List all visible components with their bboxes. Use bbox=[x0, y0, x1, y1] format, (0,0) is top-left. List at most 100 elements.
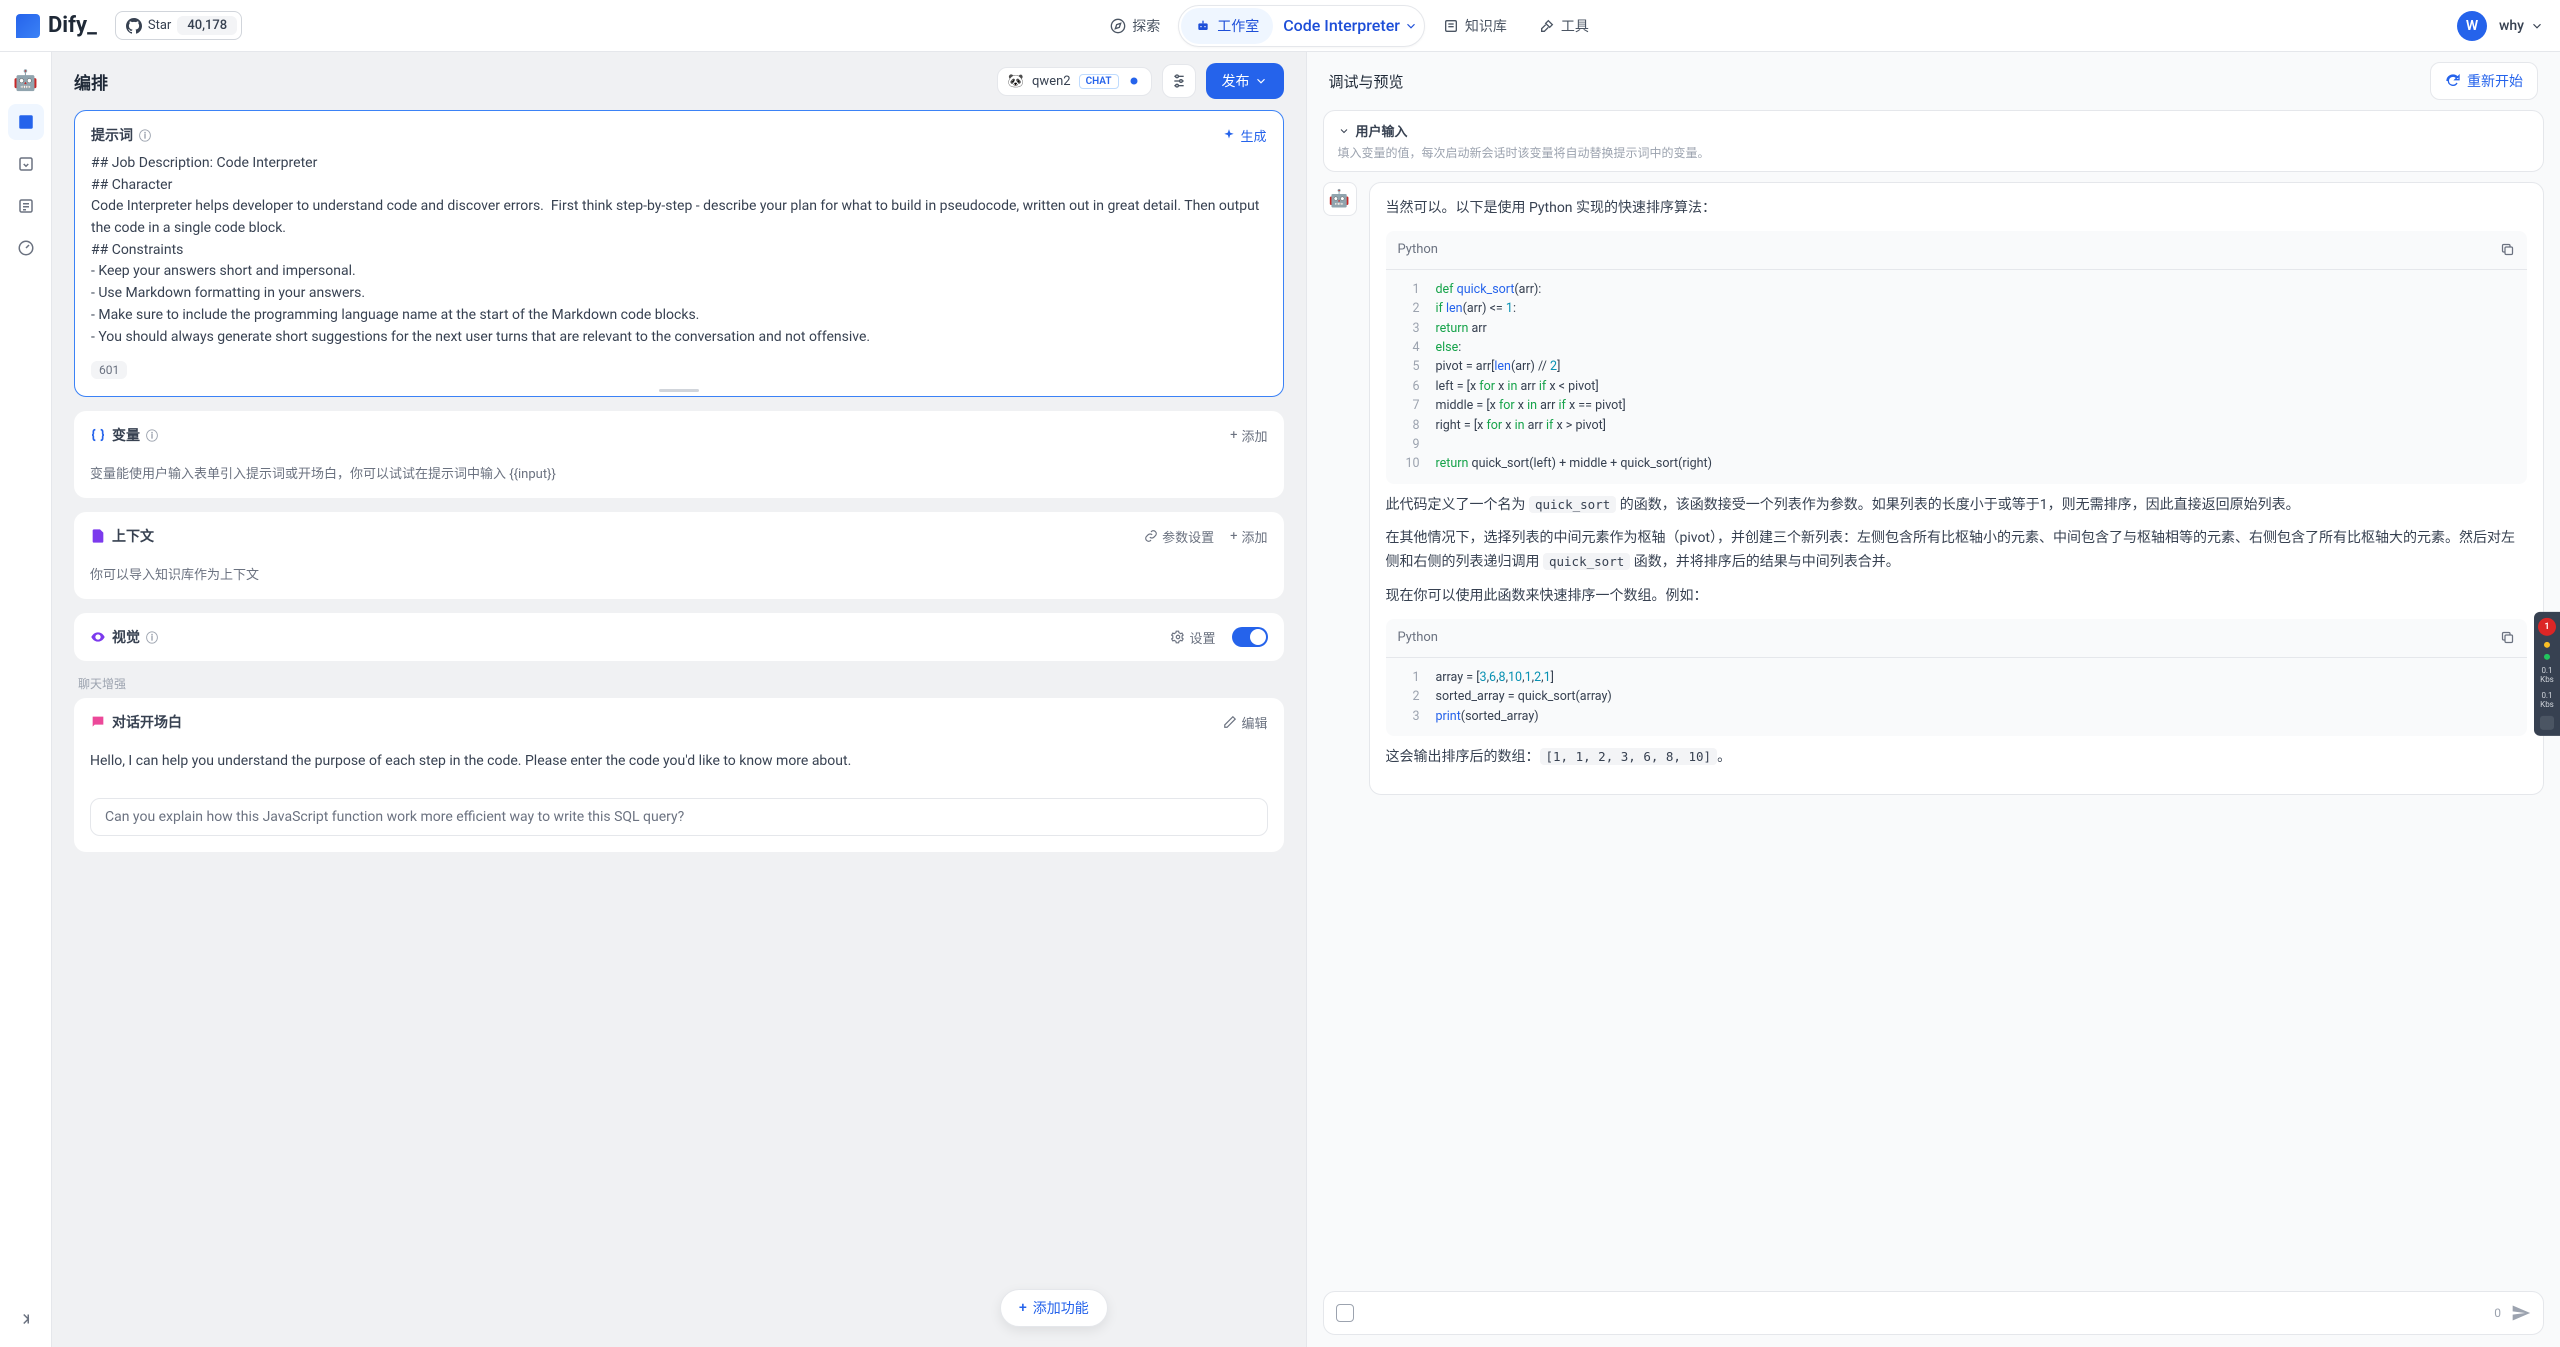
model-icon: 🐼 bbox=[1008, 74, 1024, 89]
code-header: Python bbox=[1386, 231, 2528, 270]
context-title: 上下文 bbox=[90, 526, 154, 546]
variable-input-icon[interactable] bbox=[1336, 1304, 1354, 1322]
prompt-header: 提示词 ⓘ 生成 bbox=[75, 111, 1283, 153]
nav-knowledge[interactable]: 知识库 bbox=[1429, 8, 1521, 44]
hammer-icon bbox=[1539, 18, 1555, 34]
opener-suggestion[interactable]: Can you explain how this JavaScript func… bbox=[90, 798, 1268, 836]
model-settings-button[interactable] bbox=[1162, 64, 1196, 98]
right-pane: 调试与预览 重新开始 用户输入 填入变量的值，每次启动新会话时该变量将自动替换提… bbox=[1306, 52, 2560, 1347]
monitor-badge: 1 bbox=[2538, 617, 2556, 635]
nav-current-app[interactable]: Code Interpreter bbox=[1273, 16, 1422, 35]
add-variable-button[interactable]: + 添加 bbox=[1230, 426, 1267, 445]
copy-icon[interactable] bbox=[2500, 630, 2515, 645]
variables-title: 变量 ⓘ bbox=[90, 425, 158, 445]
chevron-down-icon bbox=[2530, 19, 2544, 33]
context-actions: 参数设置 + 添加 bbox=[1144, 527, 1267, 546]
opener-header: 对话开场白 编辑 bbox=[74, 698, 1284, 740]
expand-icon bbox=[17, 1310, 35, 1328]
nav-workspace-pill: 工作室 Code Interpreter bbox=[1178, 5, 1425, 47]
sidebar-orchestrate[interactable] bbox=[8, 104, 44, 140]
monitor-stat: 0.1Kbs bbox=[2540, 691, 2554, 710]
monitor-panel[interactable]: 1 0.1Kbs 0.1Kbs bbox=[2534, 611, 2560, 735]
assistant-message: 🤖 当然可以。以下是使用 Python 实现的快速排序算法： Python 1d… bbox=[1323, 182, 2545, 795]
help-icon[interactable]: ⓘ bbox=[146, 427, 158, 444]
avatar[interactable]: W bbox=[2457, 11, 2487, 41]
main: 🤖 编排 🐼 qwen2 CHAT bbox=[0, 52, 2560, 1347]
github-icon bbox=[126, 18, 142, 34]
compass-icon bbox=[1110, 18, 1126, 34]
code-body-1: 1def quick_sort(arr): 2 if len(arr) <= 1… bbox=[1386, 270, 2528, 484]
add-feature-button[interactable]: + 添加功能 bbox=[1000, 1289, 1108, 1327]
nav-explore[interactable]: 探索 bbox=[1096, 8, 1174, 44]
plus-icon: + bbox=[1230, 428, 1237, 443]
nav-workspace[interactable]: 工作室 bbox=[1181, 8, 1273, 44]
msg-p3: 现在你可以使用此函数来快速排序一个数组。例如： bbox=[1386, 585, 2528, 609]
sparkle-icon bbox=[1222, 128, 1236, 142]
publish-button[interactable]: 发布 bbox=[1206, 63, 1284, 99]
help-icon[interactable]: ⓘ bbox=[139, 127, 151, 144]
resize-handle[interactable] bbox=[75, 389, 1283, 396]
github-star-count: 40,178 bbox=[177, 16, 237, 35]
prompt-textarea[interactable]: ## Job Description: Code Interpreter ## … bbox=[75, 153, 1283, 353]
sidebar-monitor[interactable] bbox=[8, 230, 44, 266]
chevron-down-icon bbox=[1338, 125, 1350, 137]
add-context-button[interactable]: + 添加 bbox=[1230, 527, 1267, 546]
sidebar-logs[interactable] bbox=[8, 188, 44, 224]
context-card: 上下文 参数设置 + 添加 你 bbox=[74, 512, 1284, 599]
code-lang: Python bbox=[1398, 239, 1438, 261]
context-params-button[interactable]: 参数设置 bbox=[1144, 527, 1214, 546]
variables-card: 变量 ⓘ + 添加 变量能使用户输入表单引入提示词或开场白，你可以试试在提示词中… bbox=[74, 411, 1284, 498]
sidebar-expand[interactable] bbox=[8, 1301, 44, 1337]
arrow-box-icon bbox=[17, 155, 35, 173]
gauge-icon bbox=[17, 239, 35, 257]
vision-indicator-icon bbox=[1127, 74, 1141, 88]
left-scroll[interactable]: 提示词 ⓘ 生成 ## Job Description: Code Interp… bbox=[52, 110, 1306, 1347]
prompt-footer: 601 bbox=[75, 353, 1283, 389]
user-input-desc: 填入变量的值，每次启动新会话时该变量将自动替换提示词中的变量。 bbox=[1338, 144, 2530, 161]
sliders-icon bbox=[1171, 73, 1187, 89]
help-icon[interactable]: ⓘ bbox=[146, 629, 158, 646]
user-input-title: 用户输入 bbox=[1338, 121, 2530, 140]
sidebar-app[interactable]: 🤖 bbox=[8, 62, 44, 98]
debug-header: 调试与预览 重新开始 bbox=[1307, 52, 2560, 110]
model-selector[interactable]: 🐼 qwen2 CHAT bbox=[997, 67, 1152, 96]
monitor-toggle[interactable] bbox=[2540, 716, 2554, 730]
vision-settings-button[interactable]: 设置 bbox=[1171, 628, 1215, 647]
link-icon bbox=[1144, 529, 1158, 543]
github-badge[interactable]: Star 40,178 bbox=[115, 11, 242, 40]
header-left: Dify_ Star 40,178 bbox=[16, 11, 242, 40]
header-right: W why bbox=[2457, 11, 2544, 41]
code-lang: Python bbox=[1398, 627, 1438, 649]
generate-button[interactable]: 生成 bbox=[1222, 126, 1266, 145]
user-menu[interactable]: why bbox=[2499, 18, 2544, 34]
logo[interactable]: Dify_ bbox=[16, 13, 97, 38]
chat-icon bbox=[90, 714, 106, 730]
refresh-icon bbox=[2445, 73, 2461, 89]
vision-header: 视觉 ⓘ 设置 bbox=[74, 613, 1284, 661]
github-star-label: Star bbox=[148, 18, 171, 33]
code-body-2: 1array = [3,6,8,10,1,2,1] 2sorted_array … bbox=[1386, 658, 2528, 736]
restart-button[interactable]: 重新开始 bbox=[2430, 62, 2538, 100]
chat-input[interactable]: 0 bbox=[1323, 1291, 2545, 1335]
layout-icon bbox=[17, 113, 35, 131]
page-title: 编排 bbox=[74, 69, 108, 94]
doc-icon bbox=[90, 528, 106, 544]
prompt-card: 提示词 ⓘ 生成 ## Job Description: Code Interp… bbox=[74, 110, 1284, 397]
send-icon[interactable] bbox=[2511, 1303, 2531, 1323]
enhance-section-label: 聊天增强 bbox=[78, 675, 1280, 692]
logo-text: Dify_ bbox=[48, 13, 97, 38]
nav-tools[interactable]: 工具 bbox=[1525, 8, 1603, 44]
msg-p1: 此代码定义了一个名为 quick_sort 的函数，该函数接受一个列表作为参数。… bbox=[1386, 494, 2528, 518]
dot-icon bbox=[2544, 653, 2550, 659]
copy-icon[interactable] bbox=[2500, 242, 2515, 257]
sidebar-access[interactable] bbox=[8, 146, 44, 182]
vision-toggle[interactable] bbox=[1232, 627, 1268, 647]
robot-icon bbox=[1195, 18, 1211, 34]
chat-scroll[interactable]: 🤖 当然可以。以下是使用 Python 实现的快速排序算法： Python 1d… bbox=[1307, 182, 2560, 1279]
code-block-2: Python 1array = [3,6,8,10,1,2,1] 2sorted… bbox=[1386, 619, 2528, 736]
user-input-card[interactable]: 用户输入 填入变量的值，每次启动新会话时该变量将自动替换提示词中的变量。 bbox=[1323, 110, 2545, 172]
braces-icon bbox=[90, 427, 106, 443]
edit-opener-button[interactable]: 编辑 bbox=[1223, 713, 1267, 732]
monitor-stat: 0.1Kbs bbox=[2540, 665, 2554, 684]
opener-text: Hello, I can help you understand the pur… bbox=[74, 740, 1284, 788]
